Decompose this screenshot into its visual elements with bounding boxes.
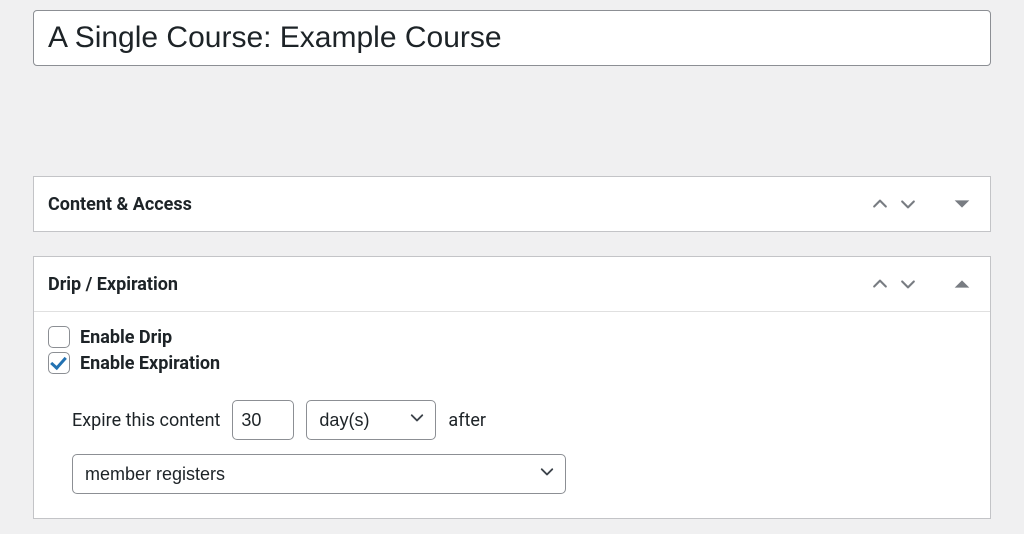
move-up-icon[interactable] xyxy=(866,190,894,218)
enable-drip-row[interactable]: Enable Drip xyxy=(48,326,976,348)
move-down-icon[interactable] xyxy=(894,270,922,298)
expiration-trigger-row: member registers xyxy=(72,454,976,494)
metabox-title: Drip / Expiration xyxy=(48,274,178,295)
metabox-header[interactable]: Content & Access xyxy=(34,177,990,231)
toggle-panel-icon[interactable] xyxy=(948,270,976,298)
metabox-controls xyxy=(866,190,976,218)
move-up-icon[interactable] xyxy=(866,270,894,298)
enable-expiration-checkbox[interactable] xyxy=(48,352,70,374)
enable-expiration-label: Enable Expiration xyxy=(80,353,220,374)
expiration-controls: Expire this content day(s) after xyxy=(72,400,976,440)
metabox-drip-expiration: Drip / Expiration Enable Drip xyxy=(33,256,991,519)
metabox-content-access: Content & Access xyxy=(33,176,991,232)
duration-input[interactable] xyxy=(232,400,294,440)
metabox-body: Enable Drip Enable Expiration Expire thi… xyxy=(34,311,990,518)
post-title-input[interactable] xyxy=(33,10,991,66)
metabox-controls xyxy=(866,270,976,298)
trigger-select[interactable]: member registers xyxy=(72,454,566,494)
unit-select[interactable]: day(s) xyxy=(306,400,436,440)
after-label: after xyxy=(448,410,486,431)
enable-drip-label: Enable Drip xyxy=(80,327,172,348)
enable-drip-checkbox[interactable] xyxy=(48,326,70,348)
move-down-icon[interactable] xyxy=(894,190,922,218)
metabox-title: Content & Access xyxy=(48,194,192,215)
enable-expiration-row[interactable]: Enable Expiration xyxy=(48,352,976,374)
toggle-panel-icon[interactable] xyxy=(948,190,976,218)
metabox-header[interactable]: Drip / Expiration xyxy=(34,257,990,311)
expire-label: Expire this content xyxy=(72,410,220,431)
